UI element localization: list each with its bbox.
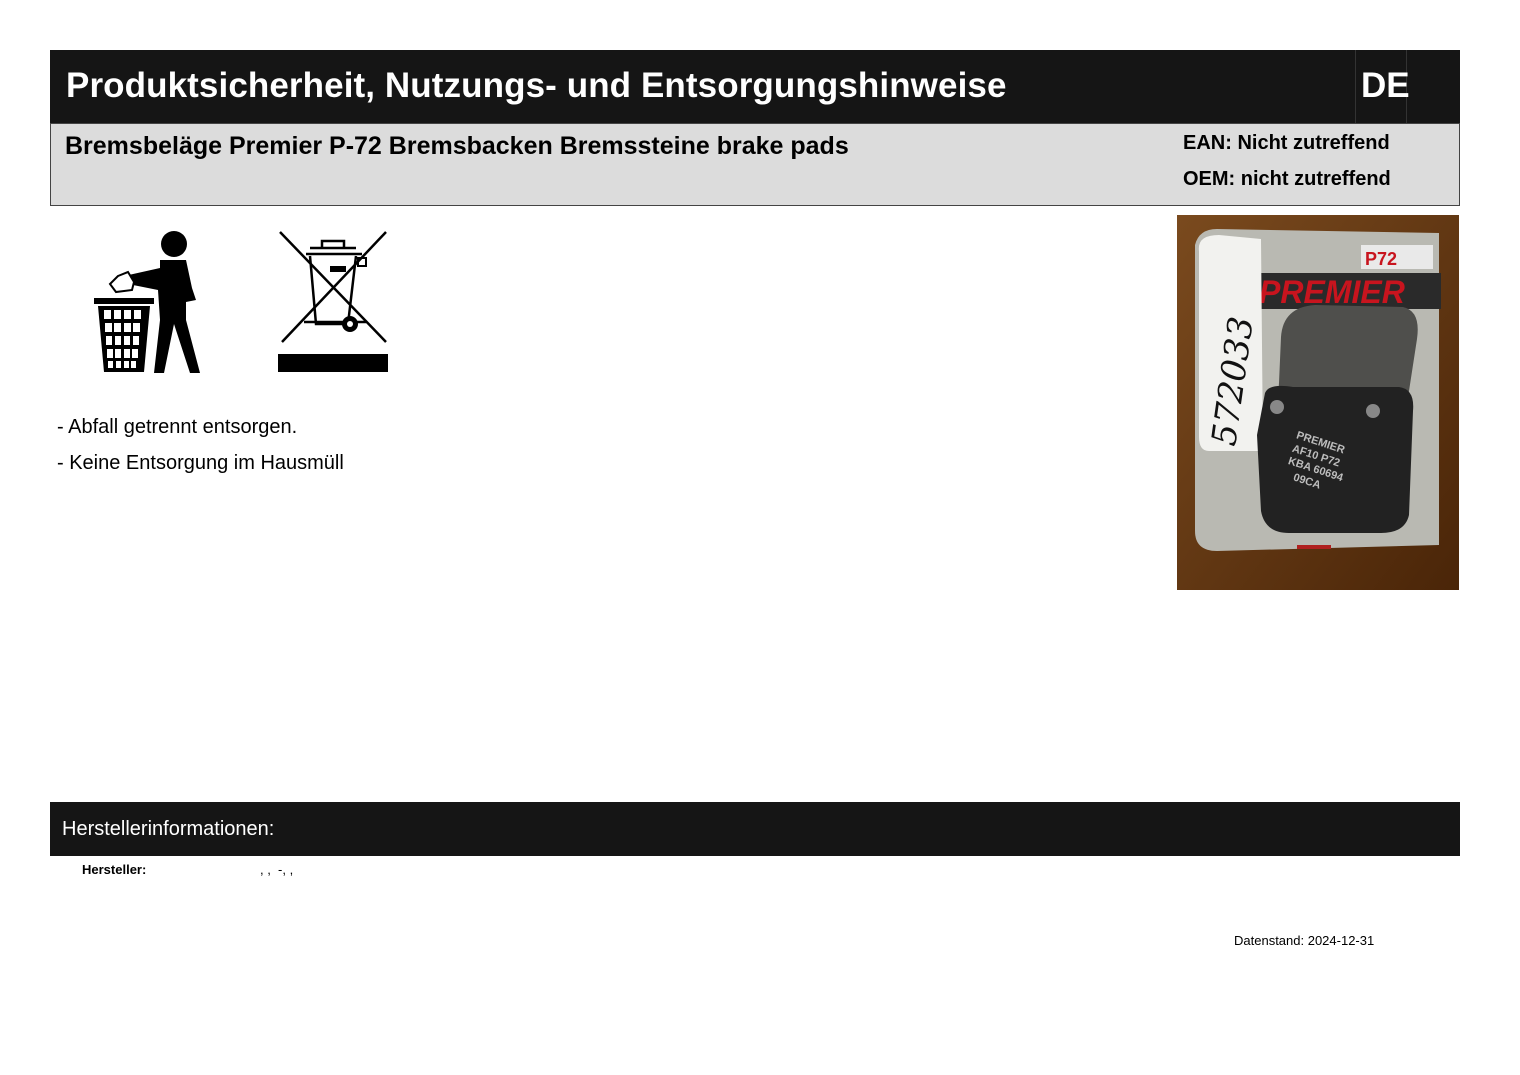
note-line: - Keine Entsorgung im Hausmüll xyxy=(57,452,344,474)
oem-label: OEM: nicht zutreffend xyxy=(1183,168,1391,190)
product-photo: PREMIER P72 572033 PREMIER AF10 P72 KBA … xyxy=(1177,215,1459,590)
manufacturer-value: , , -, , xyxy=(260,862,294,877)
language-code: DE xyxy=(1361,66,1410,105)
disposal-notes: - Abfall getrennt entsorgen. - Keine Ent… xyxy=(57,414,344,486)
note-line: - Abfall getrennt entsorgen. xyxy=(57,416,298,438)
crossed-bin-icon xyxy=(278,231,388,372)
photo-code-text: P72 xyxy=(1365,249,1397,269)
product-header: Bremsbeläge Premier P-72 Bremsbacken Bre… xyxy=(50,123,1460,206)
product-name: Bremsbeläge Premier P-72 Bremsbacken Bre… xyxy=(65,132,849,160)
photo-brand-text: PREMIER xyxy=(1259,274,1405,310)
page-title: Produktsicherheit, Nutzungs- und Entsorg… xyxy=(66,66,1007,105)
tidy-man-icon xyxy=(94,231,200,373)
ean-label: EAN: Nicht zutreffend xyxy=(1183,132,1390,154)
data-date: Datenstand: 2024-12-31 xyxy=(1234,933,1375,948)
manufacturer-label: Hersteller: xyxy=(82,862,147,877)
title-bar: Produktsicherheit, Nutzungs- und Entsorg… xyxy=(50,50,1460,124)
manufacturer-section-title: Herstellerinformationen: xyxy=(62,818,275,840)
language-box: DE xyxy=(1355,50,1410,124)
manufacturer-bar: Herstellerinformationen: xyxy=(50,802,1460,856)
